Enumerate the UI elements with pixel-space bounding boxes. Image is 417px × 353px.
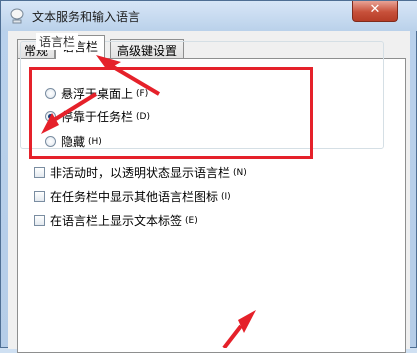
- checkbox[interactable]: [34, 167, 45, 178]
- highlight-box: [29, 67, 313, 159]
- title-bar[interactable]: 文本服务和输入语言 ✕: [1, 1, 417, 31]
- checkbox-show-text-labels[interactable]: 在语言栏上显示文本标签 (E): [34, 212, 198, 229]
- checkbox-label: 在语言栏上显示文本标签: [50, 214, 183, 228]
- checkbox-show-extra-icons-in-taskbar[interactable]: 在任务栏中显示其他语言栏图标 (I): [34, 188, 231, 205]
- checkbox-transparent-when-inactive[interactable]: 非活动时，以透明状态显示语言栏 (N): [34, 164, 247, 181]
- app-globe-icon: [10, 8, 24, 24]
- checkbox[interactable]: [34, 215, 45, 226]
- checkbox[interactable]: [34, 191, 45, 202]
- groupbox-label: 语言栏: [36, 33, 79, 50]
- close-icon: ✕: [369, 2, 381, 17]
- shortcut-key: (E): [185, 215, 198, 226]
- checkbox-label: 非活动时，以透明状态显示语言栏: [50, 166, 231, 180]
- close-button[interactable]: ✕: [352, 1, 398, 22]
- shortcut-key: (N): [233, 167, 247, 178]
- shortcut-key: (I): [221, 191, 231, 202]
- checkbox-label: 在任务栏中显示其他语言栏图标: [50, 190, 219, 204]
- window-title: 文本服务和输入语言: [32, 10, 141, 24]
